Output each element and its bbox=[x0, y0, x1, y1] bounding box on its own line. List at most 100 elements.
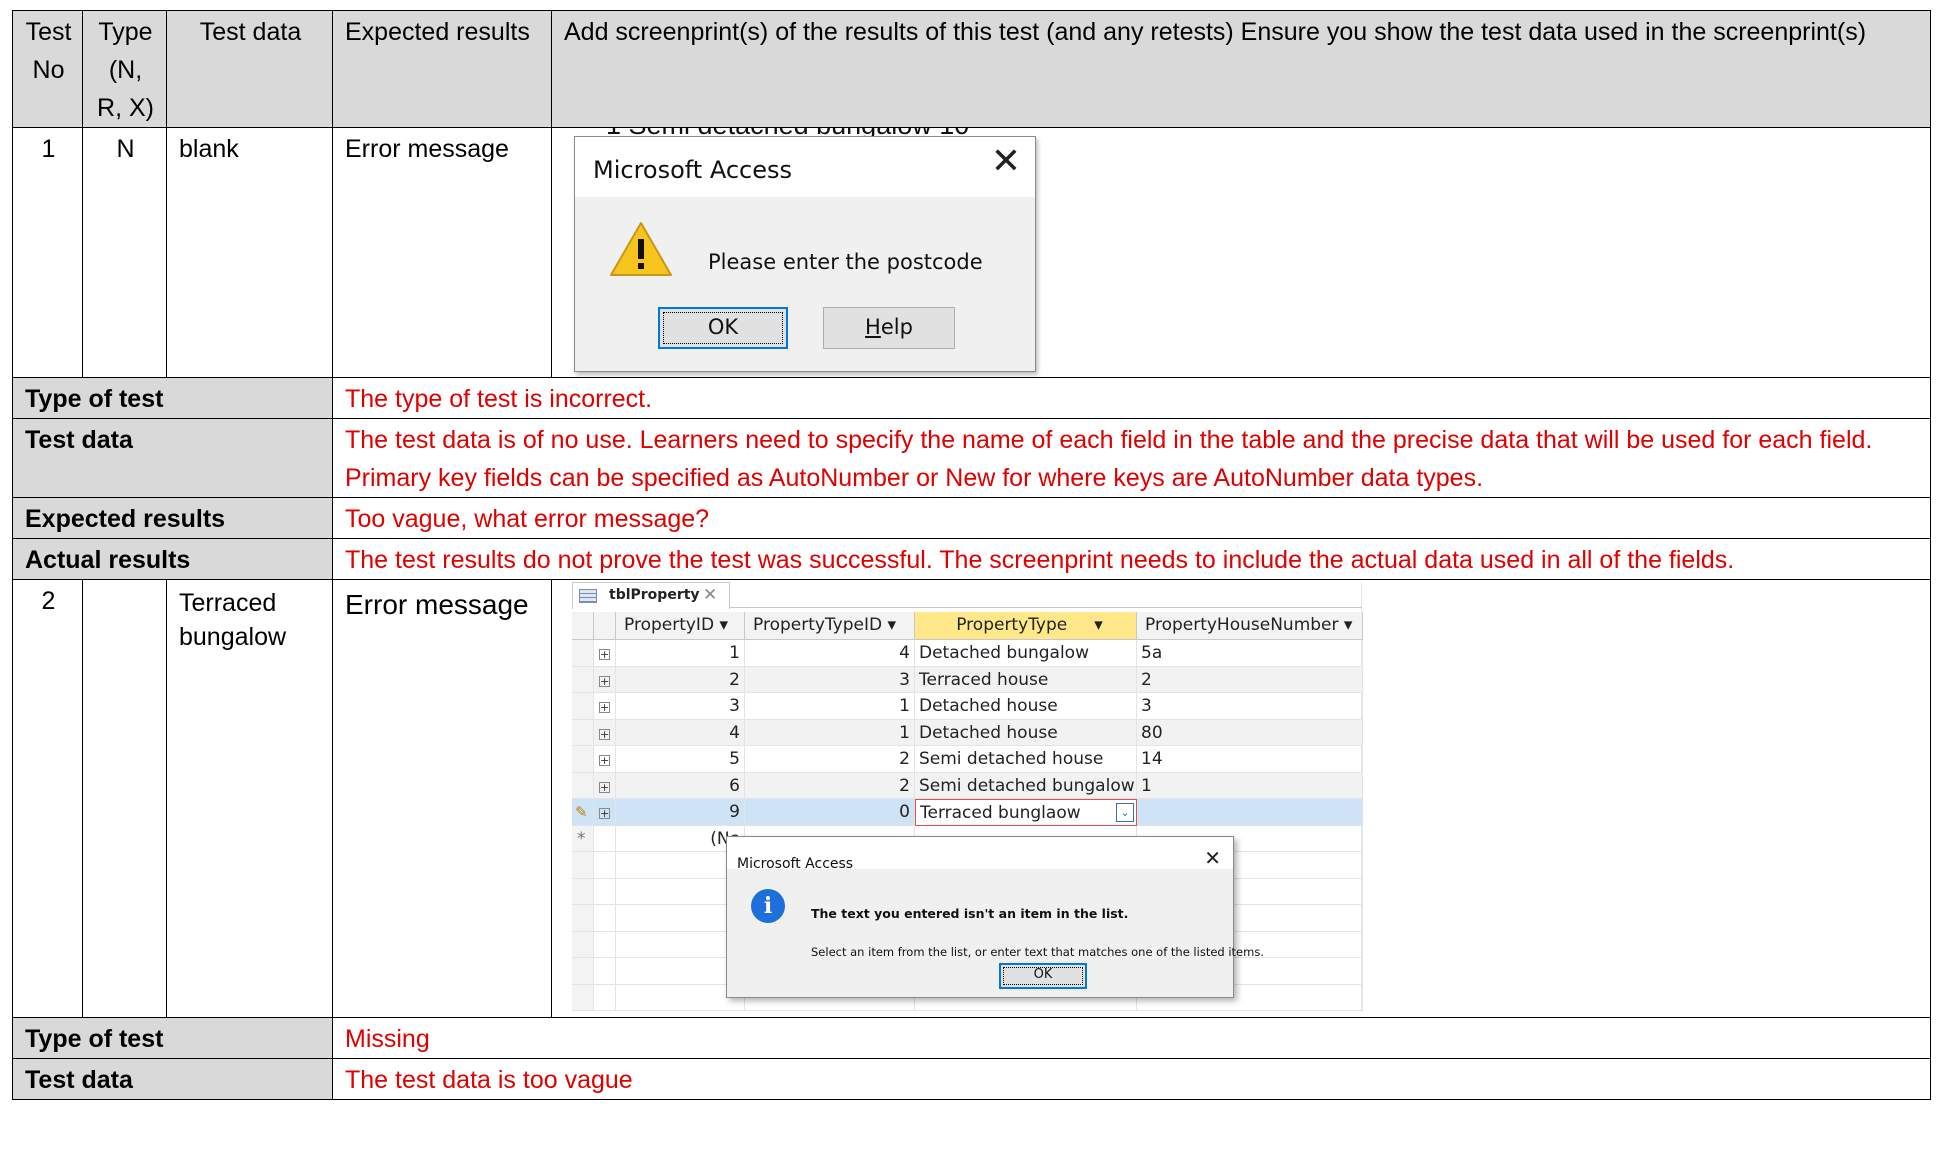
info-icon: i bbox=[751, 889, 785, 923]
feedback1-data-row: Test data The test data is of no use. Le… bbox=[12, 418, 1931, 498]
access-message-box: Microsoft Access ✕ Please enter the post… bbox=[574, 136, 1036, 372]
record-selector[interactable] bbox=[572, 666, 594, 693]
expand-cell: + bbox=[594, 772, 616, 799]
cell-propertyid[interactable]: 1 bbox=[616, 640, 745, 667]
record-selector[interactable]: * bbox=[572, 825, 594, 852]
sort-arrow-icon[interactable]: ▾ bbox=[1094, 615, 1103, 635]
expand-cell: + bbox=[594, 719, 616, 746]
feedback1-actual-label: Actual results bbox=[12, 538, 333, 580]
table-row[interactable]: +6 2 Semi detached bungalow 1 bbox=[572, 772, 1363, 799]
expand-header-cell bbox=[594, 612, 616, 640]
cell-propertytype[interactable]: Semi detached house bbox=[915, 746, 1137, 773]
tab-close-icon[interactable]: ✕ bbox=[703, 583, 717, 608]
record-selector[interactable] bbox=[572, 746, 594, 773]
record-selector[interactable] bbox=[572, 719, 594, 746]
cell-propertytype[interactable]: Detached bungalow bbox=[915, 640, 1137, 667]
ok-button[interactable]: OK bbox=[658, 307, 788, 349]
test-log-document: Test No Type (N, R, X) Test data Expecte… bbox=[12, 10, 1931, 1100]
sort-arrow-icon[interactable]: ▾ bbox=[888, 615, 897, 635]
record-selector[interactable]: ✎ bbox=[572, 799, 594, 826]
feedback2-data-text: The test data is too vague bbox=[332, 1058, 1931, 1100]
cell-propertyhousenumber[interactable] bbox=[1137, 799, 1363, 826]
cell-propertyhousenumber[interactable]: 5a bbox=[1137, 640, 1363, 667]
feedback2-type-text: Missing bbox=[332, 1017, 1931, 1059]
feedback1-type-row: Type of test The type of test is incorre… bbox=[12, 377, 1931, 419]
test1-expected: Error message bbox=[332, 127, 552, 378]
cell-propertyid[interactable]: 4 bbox=[616, 719, 745, 746]
header-test-no: Test No bbox=[12, 10, 83, 128]
cell-propertyhousenumber[interactable]: 1 bbox=[1137, 772, 1363, 799]
cell-propertytypeid[interactable]: 4 bbox=[745, 640, 915, 667]
table-row[interactable]: +1 4 Detached bungalow 5a bbox=[572, 640, 1363, 667]
cell-propertyid[interactable]: 5 bbox=[616, 746, 745, 773]
record-selector[interactable] bbox=[572, 693, 594, 720]
dropdown-arrow-icon[interactable]: ⌄ bbox=[1116, 803, 1134, 822]
expand-cell: + bbox=[594, 666, 616, 693]
feedback2-type-row: Type of test Missing bbox=[12, 1017, 1931, 1059]
header-test-data: Test data bbox=[166, 10, 333, 128]
cell-propertytypeid[interactable]: 2 bbox=[745, 772, 915, 799]
record-selector[interactable] bbox=[572, 772, 594, 799]
cell-propertytype[interactable]: Terraced house bbox=[915, 666, 1137, 693]
column-header-propertyhousenumber[interactable]: PropertyHouseNumber ▾ bbox=[1137, 612, 1363, 640]
feedback1-data-text: The test data is of no use. Learners nee… bbox=[332, 418, 1931, 498]
cell-propertyhousenumber[interactable]: 3 bbox=[1137, 693, 1363, 720]
expand-cell bbox=[594, 825, 616, 852]
close-icon[interactable]: ✕ bbox=[991, 143, 1021, 181]
record-selector[interactable] bbox=[572, 640, 594, 667]
tab-tblproperty[interactable]: tblProperty ✕ bbox=[572, 582, 730, 609]
cell-propertytype[interactable]: Detached house bbox=[915, 693, 1137, 720]
table-row[interactable]: +4 1 Detached house 80 bbox=[572, 719, 1363, 746]
cell-propertytypeid[interactable]: 1 bbox=[745, 719, 915, 746]
cell-propertyhousenumber[interactable]: 80 bbox=[1137, 719, 1363, 746]
sort-arrow-icon[interactable]: ▾ bbox=[719, 615, 728, 635]
screenshot-datasheet: tblProperty ✕ PropertyID ▾ PropertyTypeI… bbox=[553, 581, 1930, 1017]
property-type-combo[interactable]: Terraced bunglaow ⌄ bbox=[915, 799, 1137, 826]
cell-propertyid[interactable]: 6 bbox=[616, 772, 745, 799]
close-icon[interactable]: ✕ bbox=[1204, 839, 1221, 877]
test2-type bbox=[82, 579, 167, 1018]
cell-propertytypeid[interactable]: 1 bbox=[745, 693, 915, 720]
expand-plus-icon[interactable]: + bbox=[599, 675, 610, 687]
dialog-message: Please enter the postcode bbox=[708, 250, 983, 274]
table-icon bbox=[579, 589, 597, 603]
cell-propertyhousenumber[interactable]: 2 bbox=[1137, 666, 1363, 693]
column-header-propertytype[interactable]: PropertyType ▾ bbox=[915, 612, 1137, 640]
cell-propertytypeid[interactable]: 0 bbox=[745, 799, 915, 826]
feedback1-type-text: The type of test is incorrect. bbox=[332, 377, 1931, 419]
dialog-title: Microsoft Access bbox=[737, 856, 854, 872]
expand-plus-icon[interactable]: + bbox=[599, 649, 610, 660]
expand-plus-icon[interactable]: + bbox=[599, 755, 610, 766]
table-row[interactable]: +3 1 Detached house 3 bbox=[572, 693, 1363, 720]
document-tab-bar: tblProperty ✕ bbox=[572, 582, 1362, 609]
table-row[interactable]: +5 2 Semi detached house 14 bbox=[572, 746, 1363, 773]
header-row: Test No Type (N, R, X) Test data Expecte… bbox=[12, 10, 1931, 128]
test1-screenprint: 1 Semi detached bungalow 10 Microsoft Ac… bbox=[551, 127, 1931, 378]
cell-propertytypeid[interactable]: 3 bbox=[745, 666, 915, 693]
column-header-propertyid[interactable]: PropertyID ▾ bbox=[616, 612, 745, 640]
current-record-row[interactable]: ✎ +9 0 Terraced bunglaow ⌄ bbox=[572, 799, 1363, 826]
cell-propertyid[interactable]: 3 bbox=[616, 693, 745, 720]
cell-propertyid[interactable]: 9 bbox=[616, 799, 745, 826]
test1-type: N bbox=[82, 127, 167, 378]
cell-propertyid[interactable]: 2 bbox=[616, 666, 745, 693]
feedback1-type-label: Type of test bbox=[12, 377, 333, 419]
help-button[interactable]: Help bbox=[823, 307, 955, 349]
test1-data: blank bbox=[166, 127, 333, 378]
table-row[interactable]: +2 3 Terraced house 2 bbox=[572, 666, 1363, 693]
expand-plus-icon[interactable]: + bbox=[599, 702, 610, 713]
cell-propertytypeid[interactable]: 2 bbox=[745, 746, 915, 773]
cell-propertyhousenumber[interactable]: 14 bbox=[1137, 746, 1363, 773]
dialog-title-bar: Microsoft Access ✕ bbox=[575, 137, 1035, 197]
expand-plus-icon[interactable]: + bbox=[599, 781, 610, 793]
expand-plus-icon[interactable]: + bbox=[599, 808, 610, 819]
cell-propertytype[interactable]: Detached house bbox=[915, 719, 1137, 746]
warning-icon bbox=[609, 221, 673, 288]
select-all-cell[interactable] bbox=[572, 612, 594, 640]
header-screenprint: Add screenprint(s) of the results of thi… bbox=[551, 10, 1931, 128]
column-header-propertytypeid[interactable]: PropertyTypeID ▾ bbox=[745, 612, 915, 640]
ok-button[interactable]: OK bbox=[999, 963, 1087, 989]
cell-propertytype[interactable]: Semi detached bungalow bbox=[915, 772, 1137, 799]
sort-arrow-icon[interactable]: ▾ bbox=[1344, 615, 1353, 635]
expand-plus-icon[interactable]: + bbox=[599, 728, 610, 740]
